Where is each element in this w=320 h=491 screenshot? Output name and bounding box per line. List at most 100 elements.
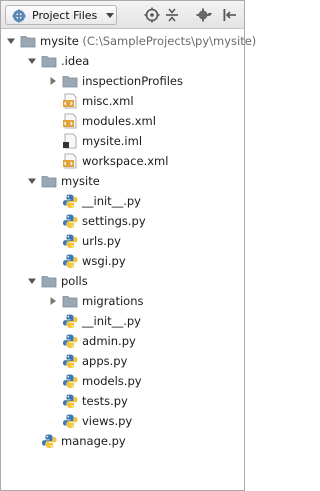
tree-item-label: __init__.py [82,314,141,328]
tree-item-name: admin.py [82,334,136,348]
tree-item-name: polls [61,274,88,288]
project-files-icon [12,9,26,23]
tree-file-row[interactable]: manage.py [1,431,244,451]
python-file-icon [63,314,78,328]
python-file-icon [63,254,78,268]
tree-item-label: .idea [61,54,89,68]
view-selector-dropdown[interactable]: Project Files [5,5,117,25]
tree-file-row[interactable]: __init__.py [1,191,244,211]
view-selector-label: Project Files [32,9,98,22]
expanded-arrow-icon[interactable] [27,176,37,186]
tree-item-name: misc.xml [82,94,134,108]
tree-item-name: __init__.py [82,194,141,208]
tree-file-row[interactable]: misc.xml [1,91,244,111]
tree-item-name: mysite.iml [82,134,143,148]
project-path: (C:\SampleProjects\py\mysite) [78,34,257,48]
tree-item-label: urls.py [82,234,121,248]
tree-item-label: mysite (C:\SampleProjects\py\mysite) [40,34,256,48]
tree-item-label: models.py [82,374,142,388]
tree-file-row[interactable]: mysite.iml [1,131,244,151]
tree-item-name: views.py [82,414,133,428]
project-tool-window: Project Files mysite (C:\SampleProjects\… [0,0,256,491]
python-file-icon [63,394,78,408]
tree-item-name: manage.py [61,434,126,448]
collapsed-arrow-icon[interactable] [48,76,58,86]
tree-item-label: mysite [61,174,100,188]
folder-icon [41,276,57,288]
python-file-icon [63,234,78,248]
tree-item-label: admin.py [82,334,136,348]
iml-file-icon [63,133,77,149]
folder-icon [20,36,36,48]
hide-icon[interactable] [222,7,238,23]
folder-icon [41,56,57,68]
tree-item-label: wsgi.py [82,254,126,268]
tree-item-name: apps.py [82,354,128,368]
tree-file-row[interactable]: urls.py [1,231,244,251]
locate-icon[interactable] [144,7,160,23]
tree-item-label: tests.py [82,394,128,408]
tree-file-row[interactable]: __init__.py [1,311,244,331]
tree-item-name: migrations [82,294,144,308]
folder-icon [62,76,78,88]
tree-item-label: __init__.py [82,194,141,208]
tree-item-label: migrations [82,294,144,308]
folder-icon [41,176,57,188]
tree-item-label: settings.py [82,214,146,228]
tree-item-name: settings.py [82,214,146,228]
tree-folder-row[interactable]: migrations [1,291,244,311]
folder-icon [62,296,78,308]
expanded-arrow-icon[interactable] [27,276,37,286]
python-file-icon [63,414,78,428]
python-file-icon [63,214,78,228]
xml-file-icon [63,93,77,109]
tree-item-name: models.py [82,374,142,388]
tree-file-row[interactable]: workspace.xml [1,151,244,171]
tree-item-name: mysite [61,174,100,188]
python-file-icon [63,194,78,208]
tree-item-label: workspace.xml [82,154,168,168]
tree-item-label: apps.py [82,354,127,368]
tree-file-row[interactable]: tests.py [1,391,244,411]
expanded-arrow-icon[interactable] [27,56,37,66]
python-file-icon [63,354,78,368]
tree-item-label: inspectionProfiles [82,74,183,88]
tree-folder-row[interactable]: .idea [1,51,244,71]
tree-item-name: .idea [61,54,90,68]
xml-file-icon [63,113,77,129]
python-file-icon [63,334,78,348]
tree-item-name: inspectionProfiles [82,74,183,88]
tree-item-label: polls [61,274,88,288]
tree-folder-row[interactable]: polls [1,271,244,291]
tree-file-row[interactable]: modules.xml [1,111,244,131]
tree-file-row[interactable]: wsgi.py [1,251,244,271]
tree-item-label: misc.xml [82,94,134,108]
tree-item-name: mysite [40,34,79,48]
tree-folder-row[interactable]: mysite [1,171,244,191]
tree-file-row[interactable]: admin.py [1,331,244,351]
tree-item-name: tests.py [82,394,128,408]
tree-item-label: mysite.iml [82,134,142,148]
tree-file-row[interactable]: models.py [1,371,244,391]
tool-window-header: Project Files [1,1,244,29]
xml-file-icon [63,153,77,169]
tree-file-row[interactable]: views.py [1,411,244,431]
python-file-icon [42,434,57,448]
collapsed-arrow-icon[interactable] [48,296,58,306]
tree-file-row[interactable]: apps.py [1,351,244,371]
tree-folder-row[interactable]: inspectionProfiles [1,71,244,91]
tree-item-label: modules.xml [82,114,156,128]
settings-icon[interactable] [196,7,212,23]
python-file-icon [63,374,78,388]
tree-folder-row[interactable]: mysite (C:\SampleProjects\py\mysite) [1,31,256,51]
expanded-arrow-icon[interactable] [6,36,16,46]
tree-item-name: __init__.py [82,314,141,328]
tree-item-label: views.py [82,414,132,428]
tree-item-name: workspace.xml [82,154,169,168]
collapse-all-icon[interactable] [164,7,180,23]
tree-item-name: urls.py [82,234,121,248]
tree-file-row[interactable]: settings.py [1,211,244,231]
tree-item-name: modules.xml [82,114,156,128]
dropdown-arrow-icon [106,13,114,18]
tree-item-label: manage.py [61,434,126,448]
